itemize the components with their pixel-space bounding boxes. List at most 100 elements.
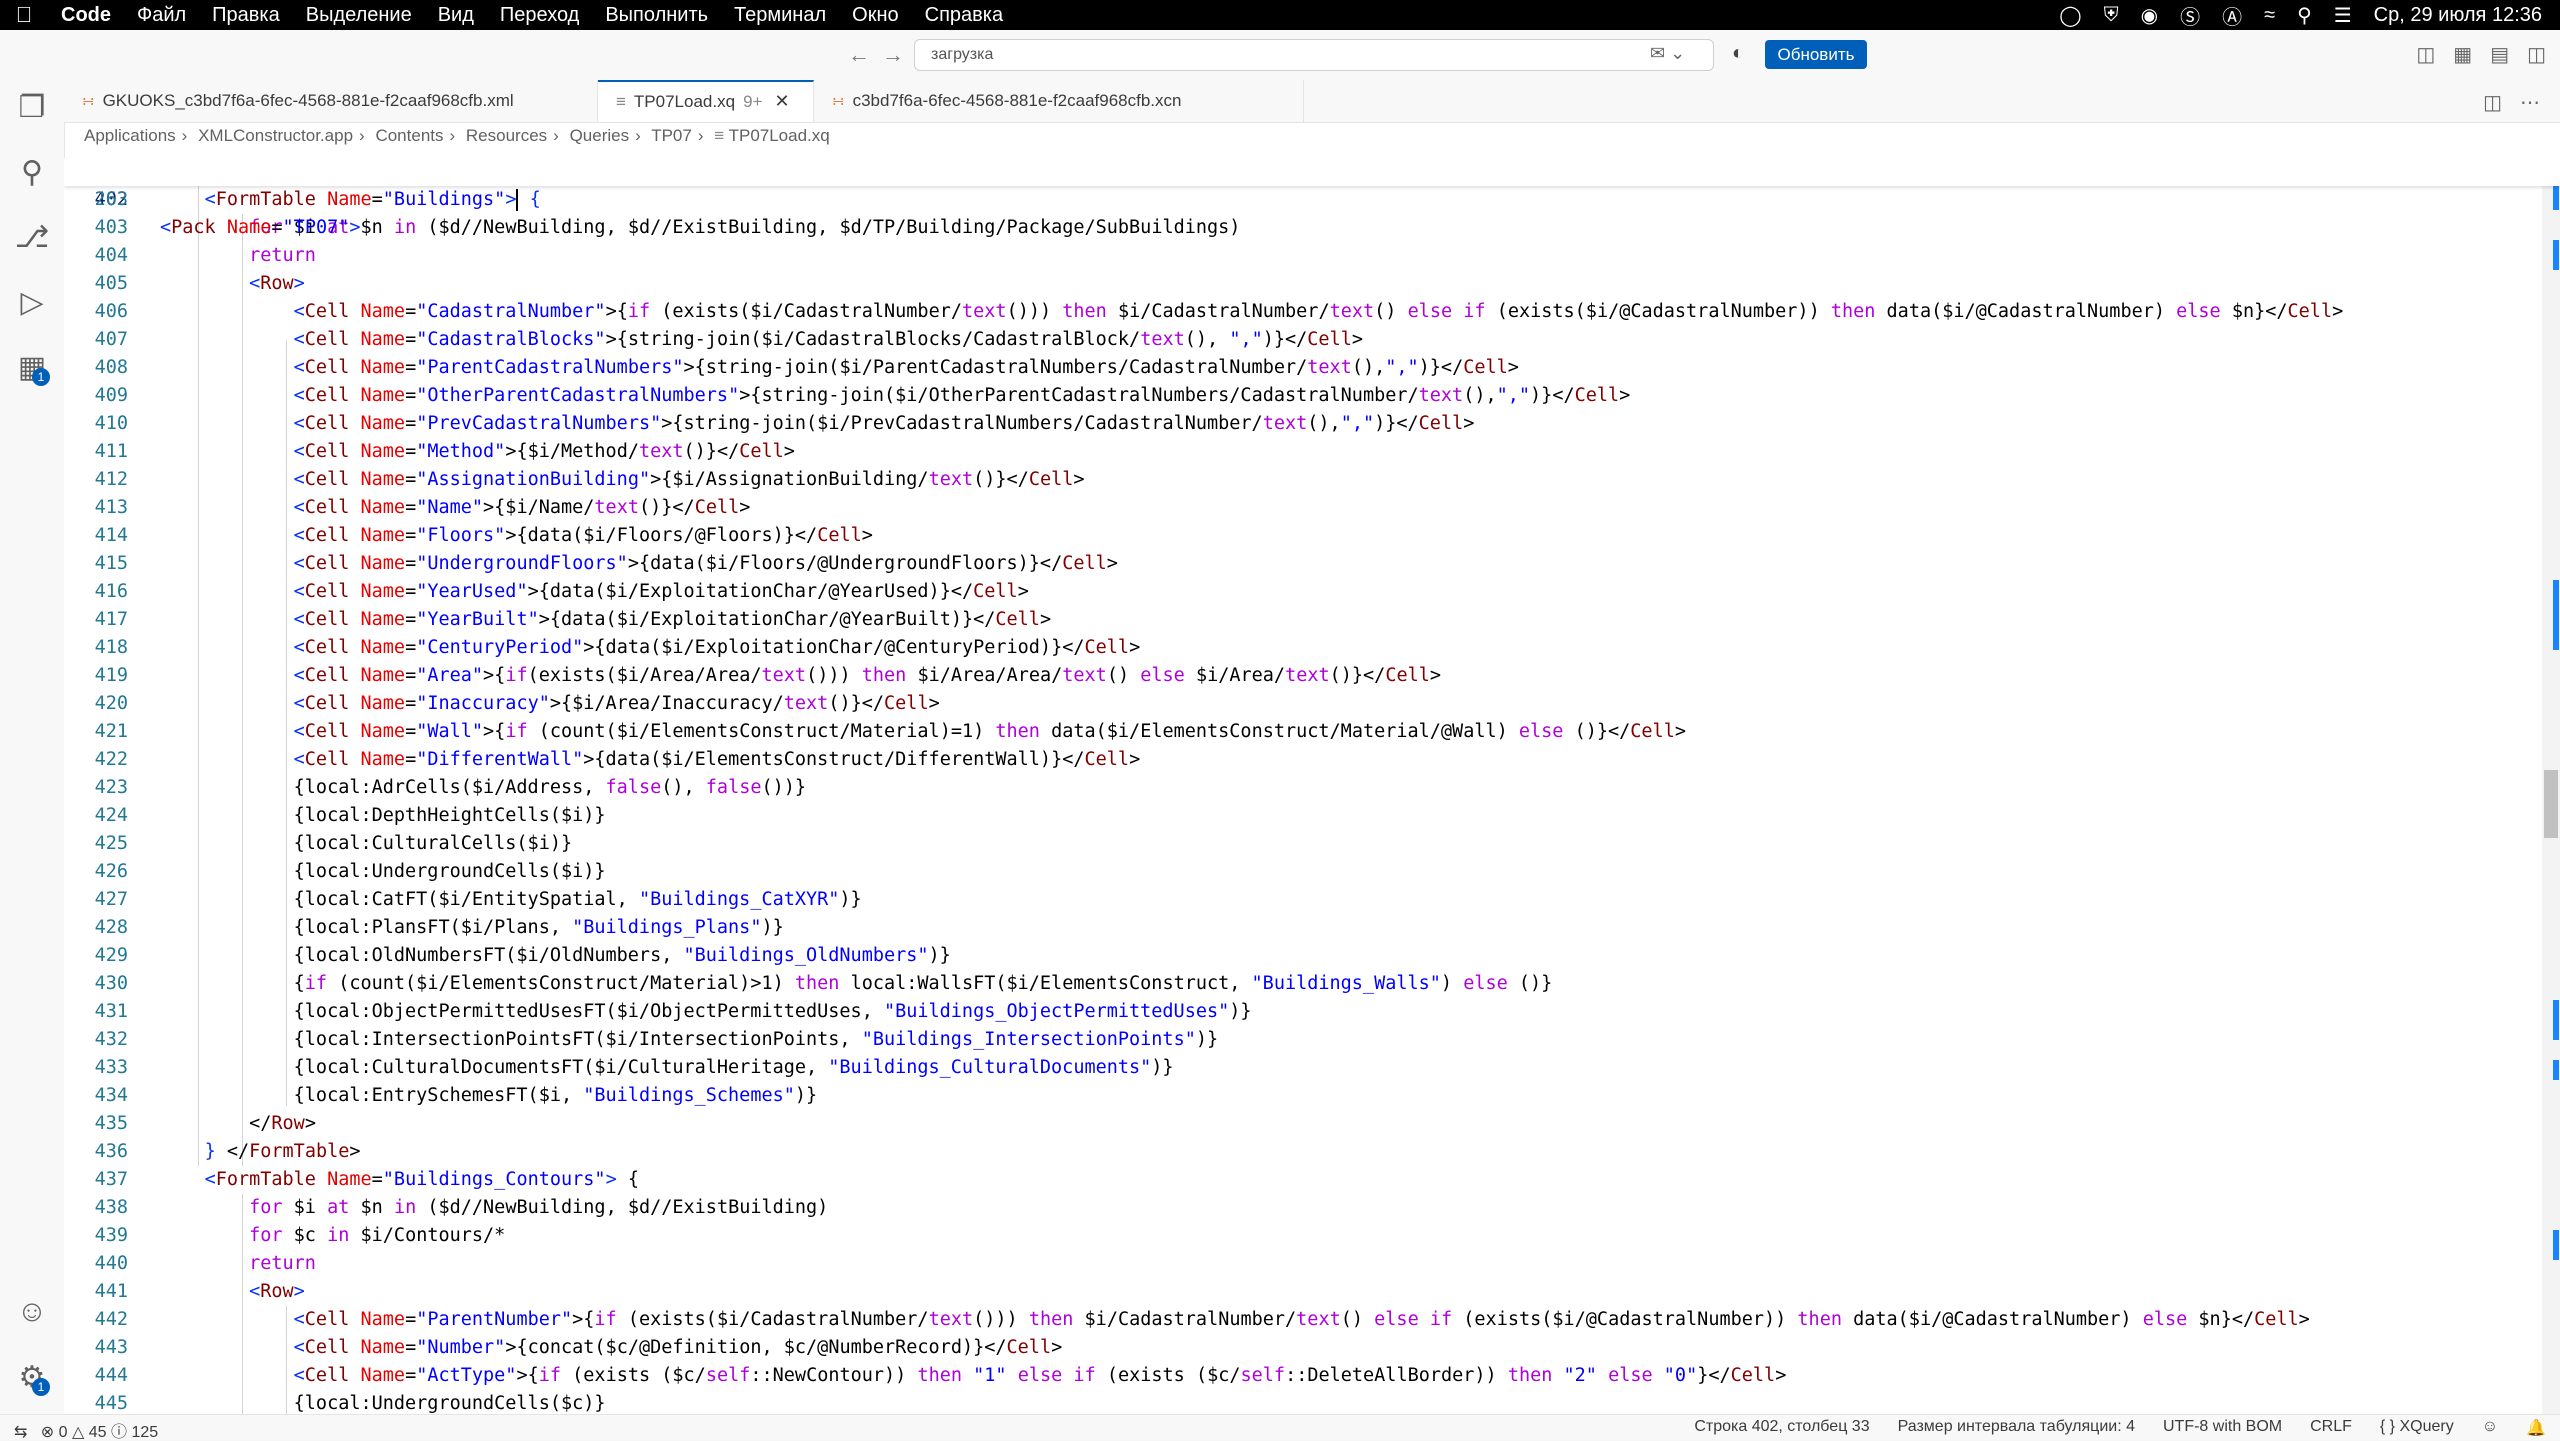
toggle-panel-icon[interactable]: ▤ xyxy=(2490,42,2509,67)
customize-layout-icon[interactable]: ▦ xyxy=(2453,42,2472,67)
remote-icon[interactable]: ⇆ xyxy=(14,1424,27,1441)
tab-size[interactable]: Размер интервала табуляции: 4 xyxy=(1898,1418,2135,1438)
code-line[interactable]: 416 <Cell Name="YearUsed">{data($i/Explo… xyxy=(64,578,2534,606)
code-line[interactable]: 407 <Cell Name="CadastralBlocks">{string… xyxy=(64,326,2534,354)
code-line[interactable]: 428 {local:PlansFT($i/Plans, "Buildings_… xyxy=(64,914,2534,942)
search-icon[interactable]: ⚲ xyxy=(2297,3,2312,28)
code-line[interactable]: 445 {local:UndergroundCells($c)} xyxy=(64,1390,2534,1414)
code-line[interactable]: 410 <Cell Name="PrevCadastralNumbers">{s… xyxy=(64,410,2534,438)
error-count[interactable]: 0 xyxy=(59,1424,68,1441)
cursor-position[interactable]: Строка 402, столбец 33 xyxy=(1694,1418,1869,1438)
language-mode[interactable]: { } XQuery xyxy=(2380,1418,2454,1438)
breadcrumb-item[interactable]: TP07 xyxy=(651,126,692,145)
code-line[interactable]: 418 <Cell Name="CenturyPeriod">{data($i/… xyxy=(64,634,2534,662)
copilot-icon[interactable]: ◐ xyxy=(1732,42,1744,65)
code-line[interactable]: 432 {local:IntersectionPointsFT($i/Inter… xyxy=(64,1026,2534,1054)
control-center-icon[interactable]: ☰ xyxy=(2334,3,2352,28)
code-line[interactable]: 435 </Row> xyxy=(64,1110,2534,1138)
code-line[interactable]: 444 <Cell Name="ActType">{if (exists ($c… xyxy=(64,1362,2534,1390)
code-line[interactable]: 436 } </FormTable> xyxy=(64,1138,2534,1166)
tab-gkuoks-xml[interactable]: ∺ GKUOKS_c3bd7f6a-6fec-4568-881e-f2caaf96… xyxy=(64,80,598,122)
code-line[interactable]: 438 for $i at $n in ($d//NewBuilding, $d… xyxy=(64,1194,2534,1222)
info-count[interactable]: 125 xyxy=(131,1424,158,1441)
breadcrumb-item[interactable]: Queries xyxy=(570,126,630,145)
search-icon[interactable]: ⚲ xyxy=(0,155,64,190)
code-line[interactable]: 442 <Cell Name="ParentNumber">{if (exist… xyxy=(64,1306,2534,1334)
source-control-icon[interactable]: ⎇ xyxy=(0,220,64,255)
menu-item-file[interactable]: Файл xyxy=(124,4,199,27)
code-line[interactable]: 425 {local:CulturalCells($i)} xyxy=(64,830,2534,858)
update-button[interactable]: Обновить xyxy=(1765,40,1867,69)
code-line[interactable]: 422 <Cell Name="DifferentWall">{data($i/… xyxy=(64,746,2534,774)
close-icon[interactable]: ✕ xyxy=(774,91,789,111)
file-encoding[interactable]: UTF-8 with BOM xyxy=(2163,1418,2282,1438)
code-editor[interactable]: 263 <Pack Name="TP07"> 402 <FormTable Na… xyxy=(64,158,2560,1414)
code-line[interactable]: 426 {local:UndergroundCells($i)} xyxy=(64,858,2534,886)
menu-item-window[interactable]: Окно xyxy=(839,4,911,27)
code-line[interactable]: 403 for $i at $n in ($d//NewBuilding, $d… xyxy=(64,214,2534,242)
code-line[interactable]: 409 <Cell Name="OtherParentCadastralNumb… xyxy=(64,382,2534,410)
code-line[interactable]: 405 <Row> xyxy=(64,270,2534,298)
code-line[interactable]: 408 <Cell Name="ParentCadastralNumbers">… xyxy=(64,354,2534,382)
keyboard-layout-icon[interactable]: Ⓐ xyxy=(2222,1,2242,30)
code-line[interactable]: 406 <Cell Name="CadastralNumber">{if (ex… xyxy=(64,298,2534,326)
menu-item-edit[interactable]: Правка xyxy=(199,4,293,27)
breadcrumb-item[interactable]: Applications xyxy=(84,126,176,145)
scrollbar-thumb[interactable] xyxy=(2544,770,2558,838)
code-line[interactable]: 415 <Cell Name="UndergroundFloors">{data… xyxy=(64,550,2534,578)
menu-item-run[interactable]: Выполнить xyxy=(592,4,721,27)
code-line[interactable]: 411 <Cell Name="Method">{$i/Method/text(… xyxy=(64,438,2534,466)
split-editor-icon[interactable]: ◫ xyxy=(2483,90,2502,115)
menu-item-help[interactable]: Справка xyxy=(912,4,1016,27)
shield-icon[interactable]: ⛨ xyxy=(2104,4,2119,27)
code-line[interactable]: 423 {local:AdrCells($i/Address, false(),… xyxy=(64,774,2534,802)
code-line[interactable]: 412 <Cell Name="AssignationBuilding">{$i… xyxy=(64,466,2534,494)
menu-item-terminal[interactable]: Терминал xyxy=(721,4,839,27)
breadcrumb-item[interactable]: TP07Load.xq xyxy=(729,126,830,145)
run-debug-icon[interactable]: ▷ xyxy=(0,285,64,320)
code-line[interactable]: 413 <Cell Name="Name">{$i/Name/text()}</… xyxy=(64,494,2534,522)
breadcrumb-item[interactable]: XMLConstructor.app xyxy=(198,126,353,145)
code-line[interactable]: 429 {local:OldNumbersFT($i/OldNumbers, "… xyxy=(64,942,2534,970)
code-line[interactable]: 437 <FormTable Name="Buildings_Contours"… xyxy=(64,1166,2534,1194)
code-line[interactable]: 419 <Cell Name="Area">{if(exists($i/Area… xyxy=(64,662,2534,690)
notifications-bell-icon[interactable]: 🔔 xyxy=(2526,1418,2546,1438)
code-line[interactable]: 420 <Cell Name="Inaccuracy">{$i/Area/Ina… xyxy=(64,690,2534,718)
code-line[interactable]: 427 {local:CatFT($i/EntitySpatial, "Buil… xyxy=(64,886,2534,914)
tab-xcn-file[interactable]: ∺ c3bd7f6a-6fec-4568-881e-f2caaf968cfb.xc… xyxy=(814,80,1304,122)
command-center-search[interactable]: загрузка xyxy=(914,39,1714,71)
breadcrumb-item[interactable]: Resources xyxy=(466,126,547,145)
menu-item-go[interactable]: Переход xyxy=(487,4,592,27)
account-icon[interactable]: ☺ xyxy=(0,1295,64,1329)
menu-item-view[interactable]: Вид xyxy=(425,4,487,27)
end-of-line[interactable]: CRLF xyxy=(2310,1418,2352,1438)
code-line[interactable]: 404 return xyxy=(64,242,2534,270)
status-app-icon[interactable]: ◯ xyxy=(2059,3,2081,28)
more-actions-icon[interactable]: ⋯ xyxy=(2520,90,2540,115)
skype-icon[interactable]: Ⓢ xyxy=(2180,1,2200,30)
code-line[interactable]: 439 for $c in $i/Contours/* xyxy=(64,1222,2534,1250)
code-line[interactable]: 263 <Pack Name="TP07"> xyxy=(64,158,2534,238)
menu-app-name[interactable]: Code xyxy=(48,4,124,27)
forward-arrow-icon[interactable]: → xyxy=(882,42,904,68)
explorer-icon[interactable]: ❐ xyxy=(0,90,64,125)
code-line[interactable]: 424 {local:DepthHeightCells($i)} xyxy=(64,802,2534,830)
copilot-chat-icon[interactable]: ✉ ⌄ xyxy=(1650,43,1685,64)
sticky-scroll-line[interactable]: 263 <Pack Name="TP07"> xyxy=(64,158,2560,238)
breadcrumb-item[interactable]: Contents xyxy=(375,126,443,145)
warning-count[interactable]: 45 xyxy=(89,1424,107,1441)
toggle-sidebar-icon[interactable]: ◫ xyxy=(2416,42,2435,67)
wifi-icon[interactable]: ≈ xyxy=(2264,4,2275,27)
code-line[interactable]: 430 {if (count($i/ElementsConstruct/Mate… xyxy=(64,970,2534,998)
code-line[interactable]: 414 <Cell Name="Floors">{data($i/Floors/… xyxy=(64,522,2534,550)
apple-icon[interactable]:  xyxy=(0,2,48,28)
menu-item-selection[interactable]: Выделение xyxy=(293,4,425,27)
code-line[interactable]: 433 {local:CulturalDocumentsFT($i/Cultur… xyxy=(64,1054,2534,1082)
toggle-secondary-sidebar-icon[interactable]: ◫ xyxy=(2527,42,2546,67)
code-line[interactable]: 402 <FormTable Name="Buildings"> { xyxy=(64,186,2534,214)
copilot-status-icon[interactable]: ☺ xyxy=(2482,1418,2498,1438)
code-line[interactable]: 441 <Row> xyxy=(64,1278,2534,1306)
code-line[interactable]: 421 <Cell Name="Wall">{if (count($i/Elem… xyxy=(64,718,2534,746)
clock[interactable]: Ср, 29 июля 12:36 xyxy=(2374,4,2542,27)
code-line[interactable]: 443 <Cell Name="Number">{concat($c/@Defi… xyxy=(64,1334,2534,1362)
